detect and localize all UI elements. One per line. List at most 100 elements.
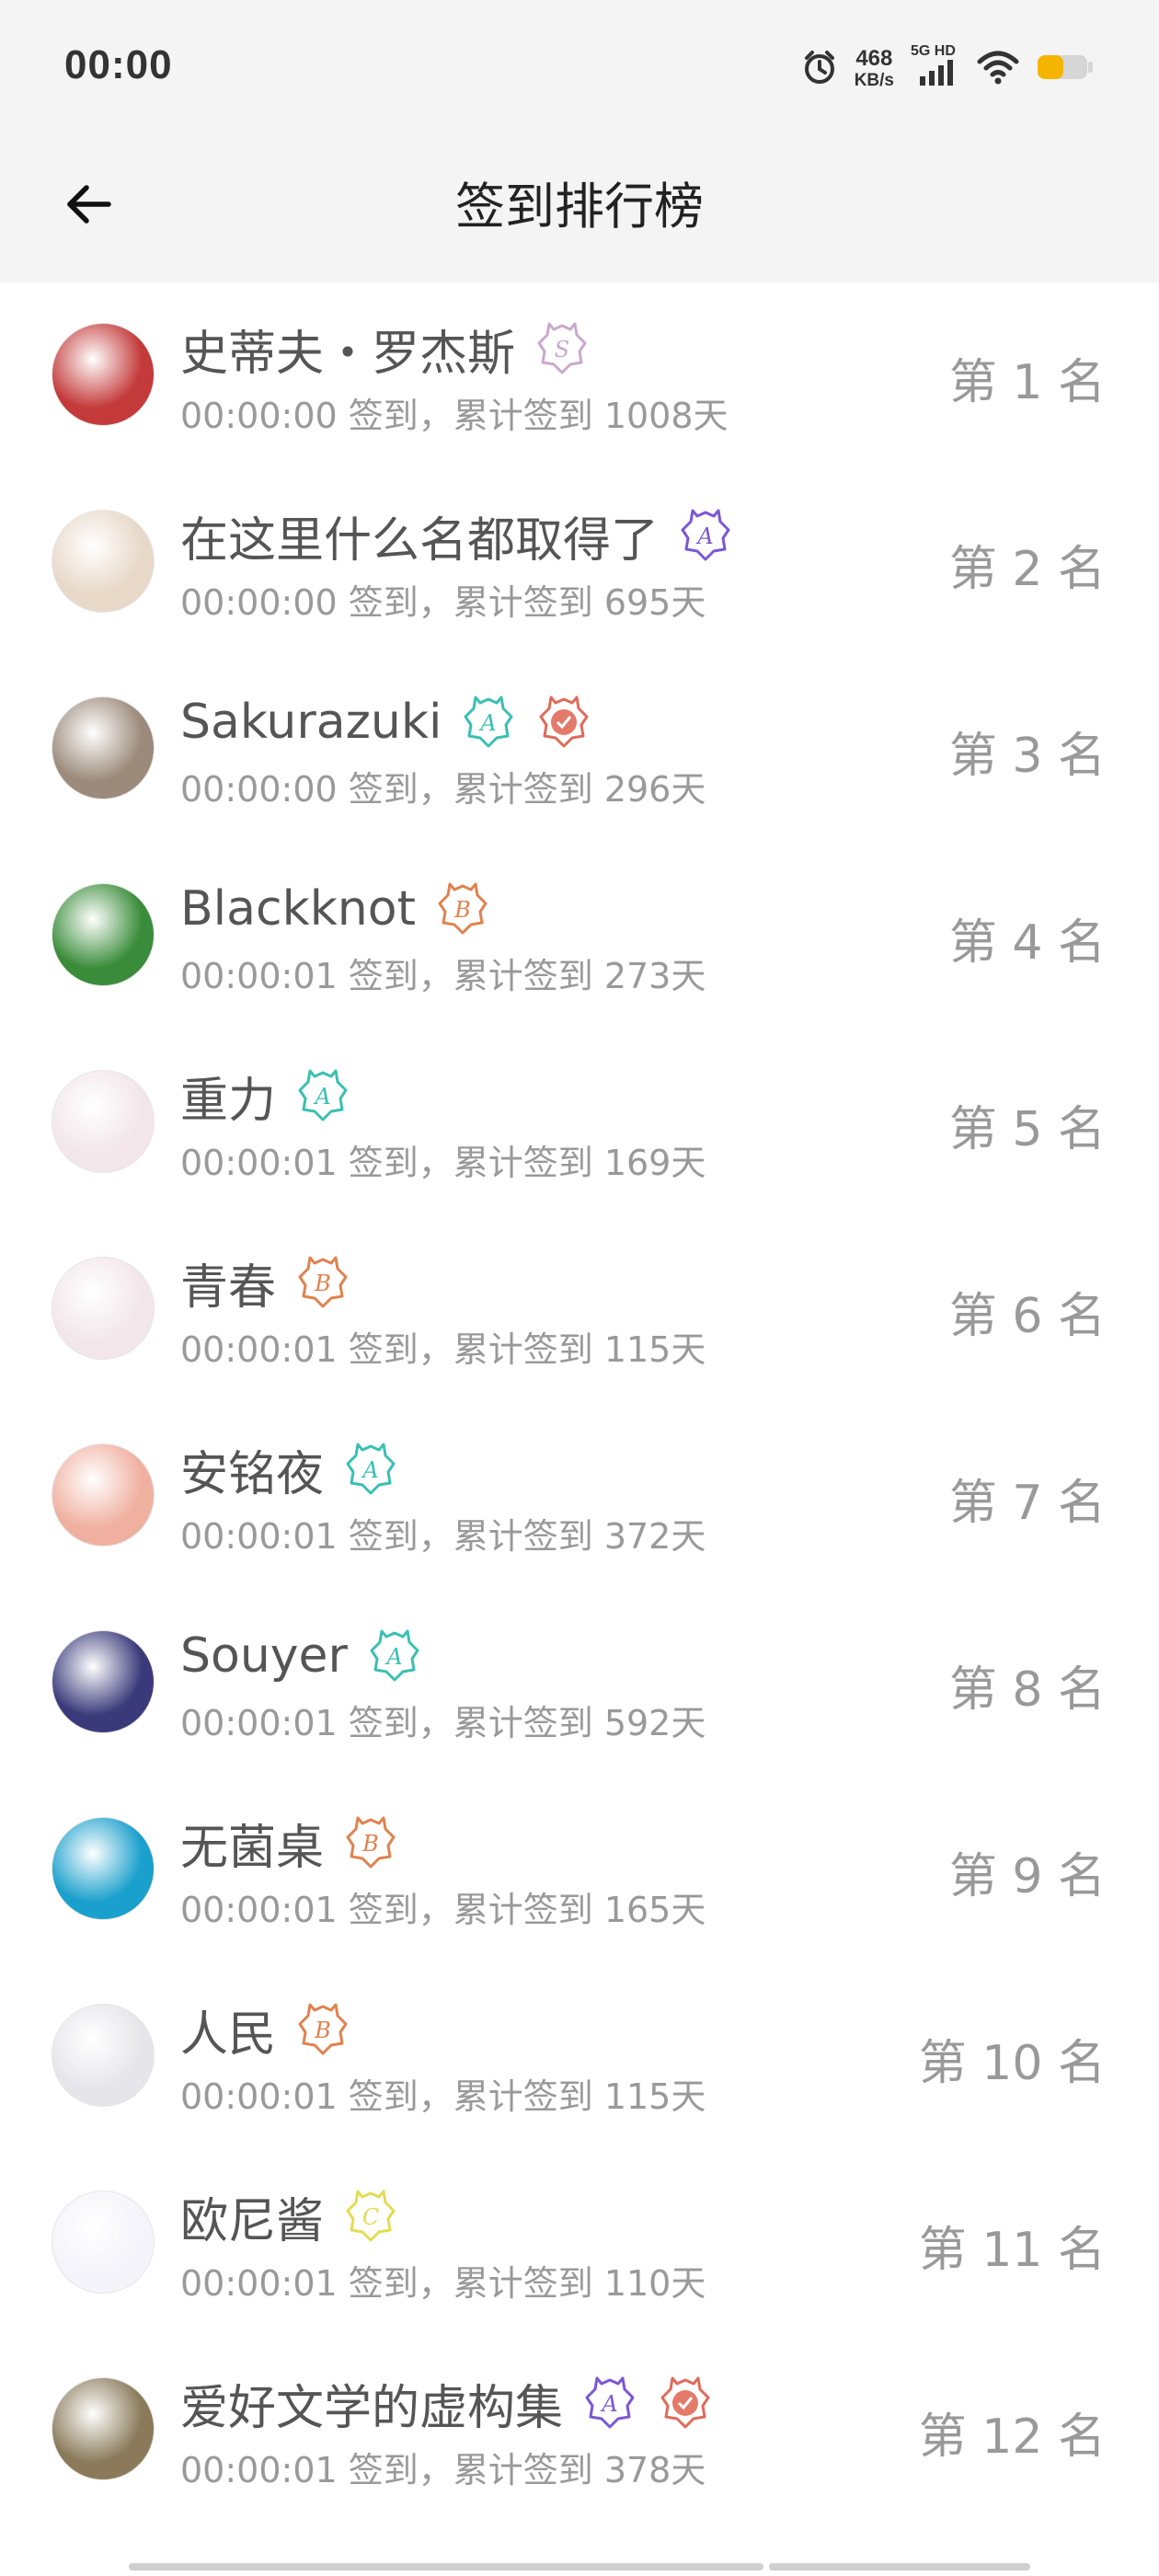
- user-name[interactable]: 史蒂夫・罗杰斯: [180, 315, 515, 384]
- list-item[interactable]: 无菌桌 B 00:00:01 签到，累计签到 165天 第 9 名: [0, 1777, 1159, 1963]
- rank-label: 第 1 名: [948, 355, 1106, 410]
- list-item[interactable]: 欧尼酱 C 00:00:01 签到，累计签到 110天 第 11 名: [0, 2150, 1159, 2337]
- navigation-bar: 签到排行榜: [0, 138, 1159, 282]
- rank-label: 第 7 名: [948, 1476, 1106, 1531]
- cell-signal-icon: 5G HD: [911, 43, 960, 89]
- list-item[interactable]: 在这里什么名都取得了 A 00:00:00 签到，累计签到 695天 第 2 名: [0, 469, 1159, 656]
- status-time: 00:00: [64, 42, 173, 87]
- name-line: Sakurazuki A: [180, 689, 592, 755]
- rank-label: 第 5 名: [948, 1102, 1106, 1157]
- name-line: Souyer A: [180, 1623, 423, 1689]
- user-name[interactable]: Blackknot: [180, 881, 416, 937]
- avatar[interactable]: [52, 883, 155, 986]
- list-item[interactable]: 重力 A 00:00:01 签到，累计签到 169天 第 5 名: [0, 1029, 1159, 1216]
- list-item[interactable]: Souyer A 00:00:01 签到，累计签到 592天 第 8 名: [0, 1590, 1159, 1777]
- name-line: 重力 A: [180, 1063, 351, 1129]
- rank-label: 第 3 名: [948, 729, 1106, 784]
- rank-label: 第 6 名: [948, 1289, 1106, 1344]
- svg-text:A: A: [600, 2391, 617, 2417]
- svg-text:B: B: [314, 2018, 331, 2043]
- avatar[interactable]: [52, 2377, 155, 2480]
- level-badge-icon: A: [581, 2375, 638, 2432]
- list-item[interactable]: 人民 B 00:00:01 签到，累计签到 115天 第 10 名: [0, 1963, 1159, 2150]
- ranking-list: 史蒂夫・罗杰斯 S 00:00:00 签到，累计签到 1008天 第 1 名在这里…: [0, 282, 1159, 2524]
- user-name[interactable]: 欧尼酱: [180, 2182, 324, 2251]
- user-name[interactable]: 爱好文学的虚构集: [180, 2369, 563, 2438]
- rank-label: 第 4 名: [948, 915, 1106, 971]
- avatar[interactable]: [52, 1070, 155, 1173]
- avatar[interactable]: [52, 2191, 155, 2294]
- level-badge-icon: A: [342, 1441, 399, 1498]
- svg-text:S: S: [555, 337, 569, 362]
- avatar[interactable]: [52, 1817, 155, 1920]
- bottom-fade: [0, 2548, 1159, 2576]
- sign-in-info: 00:00:01 签到，累计签到 378天: [180, 2450, 706, 2490]
- level-badge-icon: B: [434, 880, 491, 937]
- user-name[interactable]: Sakurazuki: [180, 695, 442, 750]
- level-badge-icon: B: [342, 1814, 399, 1871]
- name-line: 安铭夜 A: [180, 1436, 399, 1502]
- svg-text:B: B: [453, 897, 471, 923]
- name-line: 无菌桌 B: [180, 1810, 399, 1876]
- avatar[interactable]: [52, 1257, 155, 1360]
- name-line: 青春 B: [180, 1249, 351, 1316]
- sign-in-info: 00:00:01 签到，累计签到 372天: [180, 1516, 706, 1557]
- sign-in-info: 00:00:01 签到，累计签到 592天: [180, 1703, 706, 1743]
- svg-text:A: A: [313, 1084, 330, 1110]
- rank-label: 第 9 名: [948, 1849, 1106, 1904]
- wifi-icon: [977, 49, 1019, 89]
- user-name[interactable]: 青春: [180, 1248, 276, 1317]
- avatar[interactable]: [52, 323, 155, 426]
- scroll-indicator: [129, 2563, 763, 2570]
- status-icons: 468 KB/s 5G HD: [801, 43, 1095, 90]
- level-badge-icon: B: [294, 1254, 351, 1311]
- list-item[interactable]: Sakurazuki A 00:00:00 签到，累计签到 296天 第 3 名: [0, 656, 1159, 843]
- user-name[interactable]: Souyer: [180, 1628, 348, 1684]
- avatar[interactable]: [52, 1443, 155, 1547]
- list-item[interactable]: Blackknot B 00:00:01 签到，累计签到 273天 第 4 名: [0, 843, 1159, 1029]
- level-badge-icon: A: [366, 1627, 423, 1685]
- user-name[interactable]: 人民: [180, 1995, 276, 2064]
- rank-label: 第 10 名: [918, 2036, 1106, 2091]
- level-badge-icon: A: [460, 694, 517, 751]
- list-item[interactable]: 安铭夜 A 00:00:01 签到，累计签到 372天 第 7 名: [0, 1403, 1159, 1590]
- network-speed: 468 KB/s: [854, 48, 894, 90]
- level-badge-icon: [657, 2375, 714, 2432]
- status-bar: 00:00 468 KB/s 5G HD: [0, 0, 1159, 138]
- name-line: 爱好文学的虚构集 A: [180, 2370, 714, 2436]
- svg-text:B: B: [361, 1831, 379, 1857]
- sign-in-info: 00:00:01 签到，累计签到 169天: [180, 1143, 706, 1183]
- sign-in-info: 00:00:01 签到，累计签到 165天: [180, 1890, 706, 1930]
- name-line: 史蒂夫・罗杰斯 S: [180, 316, 591, 382]
- list-item[interactable]: 青春 B 00:00:01 签到，累计签到 115天 第 6 名: [0, 1216, 1159, 1403]
- user-name[interactable]: 安铭夜: [180, 1435, 324, 1504]
- name-line: 人民 B: [180, 1996, 351, 2063]
- list-item[interactable]: 爱好文学的虚构集 A 00:00:01 签到，累计签到 378天 第 12 名: [0, 2337, 1159, 2524]
- svg-text:C: C: [362, 2204, 379, 2230]
- rank-label: 第 8 名: [948, 1662, 1106, 1718]
- avatar[interactable]: [52, 1630, 155, 1733]
- svg-text:B: B: [314, 1271, 331, 1296]
- sign-in-info: 00:00:01 签到，累计签到 273天: [180, 956, 706, 996]
- user-name[interactable]: 在这里什么名都取得了: [180, 501, 659, 570]
- list-item[interactable]: 史蒂夫・罗杰斯 S 00:00:00 签到，累计签到 1008天 第 1 名: [0, 282, 1159, 469]
- level-badge-icon: A: [677, 507, 734, 564]
- alarm-icon: [801, 49, 838, 89]
- network-speed-unit: KB/s: [854, 71, 894, 90]
- header-area: 00:00 468 KB/s 5G HD 签到排行榜: [0, 0, 1159, 282]
- rank-label: 第 2 名: [948, 542, 1106, 597]
- rank-label: 第 12 名: [918, 2409, 1106, 2465]
- level-badge-icon: C: [342, 2188, 399, 2245]
- rank-label: 第 11 名: [918, 2223, 1106, 2278]
- avatar[interactable]: [52, 696, 155, 799]
- scroll-indicator-secondary: [769, 2563, 1030, 2570]
- user-name[interactable]: 重力: [180, 1062, 276, 1131]
- svg-text:A: A: [361, 1457, 378, 1483]
- svg-text:A: A: [695, 523, 713, 549]
- avatar[interactable]: [52, 510, 155, 613]
- sign-in-info: 00:00:01 签到，累计签到 115天: [180, 1329, 706, 1370]
- user-name[interactable]: 无菌桌: [180, 1809, 324, 1878]
- name-line: 在这里什么名都取得了 A: [180, 502, 734, 569]
- level-badge-icon: [535, 694, 592, 751]
- avatar[interactable]: [52, 2004, 155, 2107]
